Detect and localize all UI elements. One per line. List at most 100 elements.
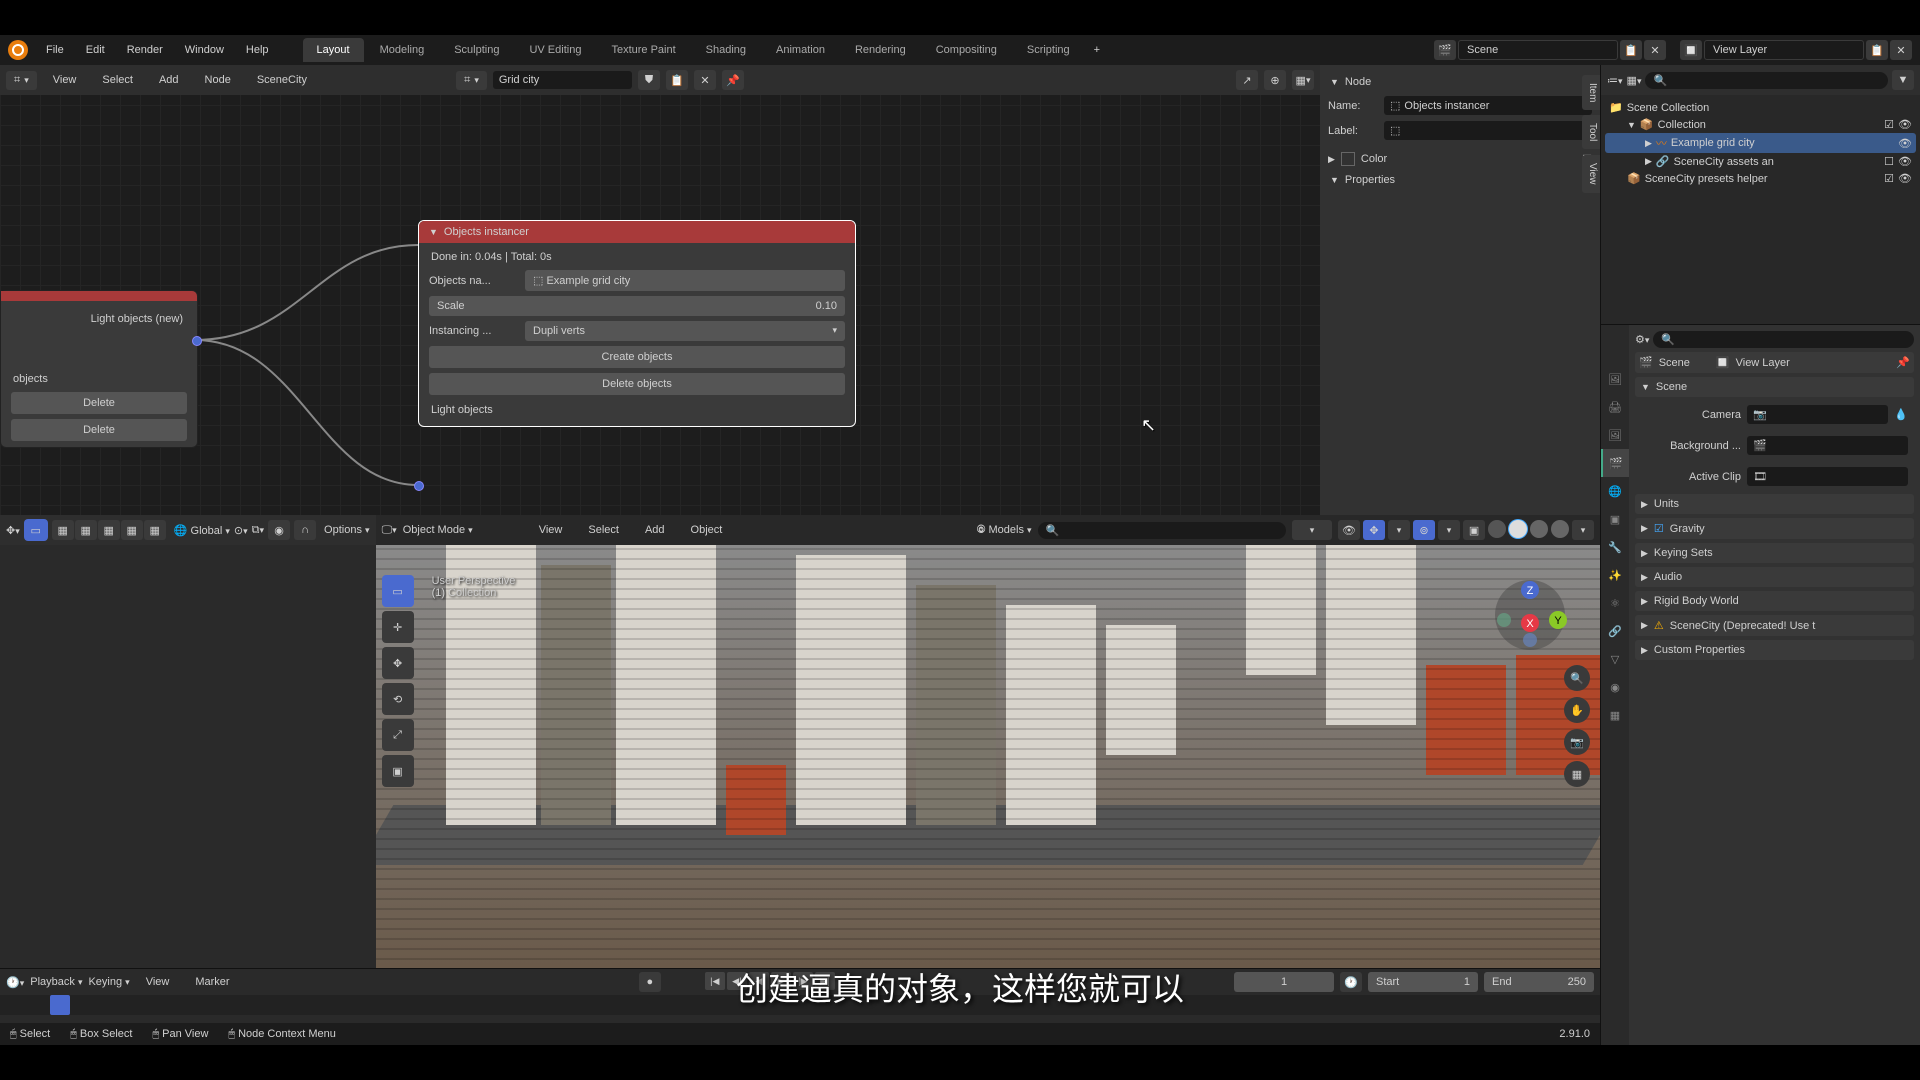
- create-objects-button[interactable]: Create objects: [429, 346, 845, 368]
- sidebar-tab-item[interactable]: Item: [1582, 75, 1600, 110]
- visibility-icon[interactable]: ☑: [1884, 172, 1894, 185]
- node-tree-unlink-button[interactable]: ✕: [694, 70, 716, 90]
- snap-options-dropdown[interactable]: ▦▾: [1292, 70, 1314, 90]
- audio-section[interactable]: ▶Audio: [1635, 567, 1914, 587]
- viewport-menu-view[interactable]: View: [529, 520, 573, 540]
- prop-type-dropdown[interactable]: ⚙▾: [1635, 333, 1649, 346]
- tool-dropdown[interactable]: ✥▾: [6, 524, 20, 537]
- tree-row-example-grid-city[interactable]: ▶〰Example grid city 👁: [1605, 133, 1916, 153]
- workspace-tab-scripting[interactable]: Scripting: [1013, 38, 1084, 62]
- editor-type-dropdown[interactable]: 🖵▾: [382, 524, 397, 537]
- properties-search[interactable]: 🔍: [1653, 331, 1914, 348]
- prop-tab-output[interactable]: 🖨: [1601, 393, 1629, 421]
- prop-tab-world[interactable]: 🌐: [1601, 477, 1629, 505]
- objects-name-field[interactable]: ⬚ Example grid city: [525, 270, 845, 291]
- node-editor[interactable]: ⌗▾ View Select Add Node SceneCity ⌗▾ Gri…: [0, 65, 1320, 515]
- gravity-checkbox[interactable]: ☑: [1654, 522, 1664, 535]
- shading-dropdown[interactable]: ▾: [1572, 520, 1594, 540]
- prop-tab-scene[interactable]: 🎬: [1601, 449, 1629, 477]
- gizmo-dropdown[interactable]: ▾: [1388, 520, 1410, 540]
- workspace-tab-animation[interactable]: Animation: [762, 38, 839, 62]
- tree-row-presets-helper[interactable]: 📦SceneCity presets helper ☑👁: [1605, 170, 1916, 187]
- tree-row-scenecity-assets[interactable]: ▶🔗SceneCity assets an ☐👁: [1605, 153, 1916, 170]
- rotate-tool[interactable]: ⟲: [382, 683, 414, 715]
- timeline-marker-menu[interactable]: Marker: [185, 972, 239, 992]
- mode-dropdown[interactable]: Object Mode ▾: [403, 524, 523, 536]
- prop-tab-particles[interactable]: ✨: [1601, 561, 1629, 589]
- sidebar-tab-view[interactable]: View: [1582, 155, 1600, 193]
- scene-browse-icon[interactable]: 🎬: [1434, 40, 1456, 60]
- tree-row-scene-collection[interactable]: 📁Scene Collection: [1605, 99, 1916, 116]
- workspace-tab-rendering[interactable]: Rendering: [841, 38, 920, 62]
- menu-window[interactable]: Window: [175, 40, 234, 60]
- 3d-viewport[interactable]: 🖵▾ Object Mode ▾ View Select Add Object …: [376, 515, 1600, 968]
- workspace-tab-compositing[interactable]: Compositing: [922, 38, 1011, 62]
- workspace-tab-layout[interactable]: Layout: [303, 38, 364, 62]
- selectability-icon[interactable]: 👁: [1338, 520, 1360, 540]
- node-menu-scenecity[interactable]: SceneCity: [247, 70, 317, 90]
- viewport-menu-object[interactable]: Object: [681, 520, 733, 540]
- node-title[interactable]: ▼ Objects instancer: [419, 221, 855, 243]
- clock-icon[interactable]: 🕐: [1340, 972, 1362, 992]
- prop-tab-modifiers[interactable]: 🔧: [1601, 533, 1629, 561]
- rigid-body-section[interactable]: ▶Rigid Body World: [1635, 591, 1914, 611]
- outliner-type-dropdown[interactable]: ≔▾: [1607, 74, 1623, 87]
- viewport-menu-add[interactable]: Add: [635, 520, 675, 540]
- eye-icon[interactable]: 👁: [1898, 137, 1912, 150]
- end-frame-input[interactable]: End250: [1484, 972, 1594, 992]
- menu-edit[interactable]: Edit: [76, 40, 115, 60]
- keying-dropdown[interactable]: Keying ▾: [88, 976, 129, 988]
- menu-help[interactable]: Help: [236, 40, 279, 60]
- menu-file[interactable]: File: [36, 40, 74, 60]
- scene-name-input[interactable]: [1458, 40, 1618, 60]
- workspace-tab-texture[interactable]: Texture Paint: [597, 38, 689, 62]
- add-workspace-button[interactable]: +: [1086, 40, 1108, 60]
- autokey-icon[interactable]: ●: [639, 972, 661, 992]
- rendered-shading[interactable]: [1551, 520, 1569, 538]
- units-section[interactable]: ▶Units: [1635, 494, 1914, 514]
- filter-dropdown[interactable]: ▾: [1292, 520, 1332, 540]
- jump-start-button[interactable]: |◀: [705, 972, 725, 990]
- prop-tab-physics[interactable]: ⚛: [1601, 589, 1629, 617]
- instancing-dropdown[interactable]: Dupli verts ▾: [525, 321, 845, 341]
- pin-icon[interactable]: 📌: [1896, 356, 1910, 369]
- delete-button[interactable]: Delete: [11, 392, 187, 414]
- outliner-search[interactable]: 🔍: [1645, 72, 1888, 89]
- objects-instancer-node[interactable]: ▼ Objects instancer Done in: 0.04s | Tot…: [418, 220, 856, 427]
- pin-icon[interactable]: 📌: [722, 70, 744, 90]
- scene-section-header[interactable]: ▼Scene: [1635, 377, 1914, 397]
- scene-new-button[interactable]: 📋: [1620, 40, 1642, 60]
- move-tool[interactable]: ✥: [382, 647, 414, 679]
- sidebar-tab-tool[interactable]: Tool: [1582, 115, 1600, 149]
- eye-icon[interactable]: 👁: [1898, 118, 1912, 131]
- select-box-tool[interactable]: ▭: [24, 519, 48, 541]
- proportional-edit-icon[interactable]: ◉: [268, 520, 290, 540]
- layer-browse-icon[interactable]: 🔲: [1680, 40, 1702, 60]
- scene-delete-button[interactable]: ✕: [1644, 40, 1666, 60]
- prop-tab-constraints[interactable]: 🔗: [1601, 617, 1629, 645]
- editor-type-dropdown[interactable]: ⌗▾: [6, 71, 37, 90]
- proportional-type-icon[interactable]: ∩: [294, 520, 316, 540]
- prop-tab-viewlayer[interactable]: 🖼: [1601, 421, 1629, 449]
- overlay-dropdown[interactable]: ▾: [1438, 520, 1460, 540]
- workspace-tab-uv[interactable]: UV Editing: [515, 38, 595, 62]
- start-frame-input[interactable]: Start1: [1368, 972, 1478, 992]
- perspective-icon[interactable]: ▦: [1564, 761, 1590, 787]
- options-dropdown[interactable]: Options ▾: [324, 524, 370, 536]
- scale-field[interactable]: Scale 0.10: [429, 296, 845, 316]
- node-name-input[interactable]: ⬚ Objects instancer: [1384, 96, 1592, 115]
- prop-tab-material[interactable]: ◉: [1601, 673, 1629, 701]
- timeline-editor-dropdown[interactable]: 🕐▾: [6, 976, 24, 989]
- filter-icon[interactable]: ▼: [1892, 70, 1914, 90]
- tool-icon[interactable]: ▦: [52, 520, 74, 540]
- gravity-section[interactable]: ▶☑Gravity: [1635, 518, 1914, 539]
- viewport-search[interactable]: 🔍: [1038, 522, 1286, 539]
- eye-icon[interactable]: 👁: [1898, 155, 1912, 168]
- node-tree-copy-button[interactable]: 📋: [666, 70, 688, 90]
- delete-objects-button[interactable]: Delete objects: [429, 373, 845, 395]
- node-menu-view[interactable]: View: [43, 70, 87, 90]
- tree-row-collection[interactable]: ▼📦Collection ☑👁: [1605, 116, 1916, 133]
- xray-icon[interactable]: ▣: [1463, 520, 1485, 540]
- transform-tool[interactable]: ▣: [382, 755, 414, 787]
- orientation-dropdown[interactable]: 🌐 Global ▾: [174, 524, 230, 537]
